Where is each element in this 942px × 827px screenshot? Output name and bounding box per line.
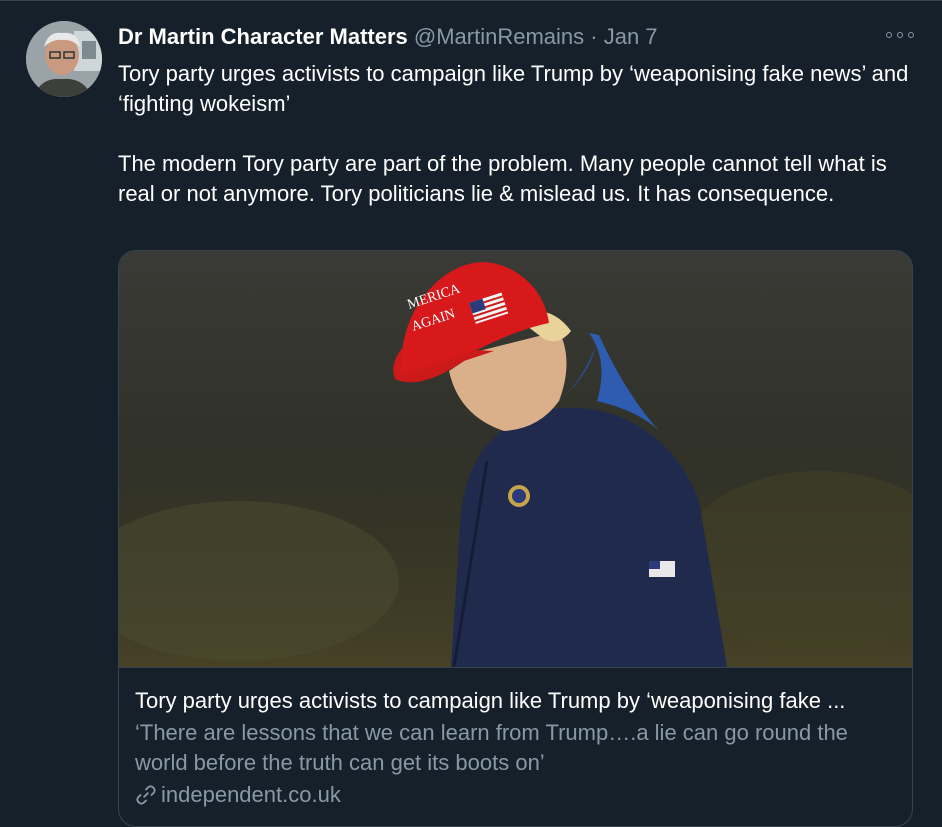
link-card[interactable]: MERICA AGAIN Tory party urges activists … xyxy=(118,250,913,827)
author-handle[interactable]: @MartinRemains xyxy=(414,24,584,49)
card-body[interactable]: Tory party urges activists to campaign l… xyxy=(119,667,912,810)
tweet[interactable]: Dr Martin Character Matters @MartinRemai… xyxy=(0,0,942,827)
separator-dot: · xyxy=(590,24,598,49)
more-options-icon[interactable] xyxy=(886,27,914,43)
card-image[interactable]: MERICA AGAIN xyxy=(119,251,912,667)
avatar[interactable] xyxy=(26,21,102,97)
card-domain[interactable]: independent.co.uk xyxy=(135,780,898,810)
card-title[interactable]: Tory party urges activists to campaign l… xyxy=(135,686,898,716)
tweet-date[interactable]: Jan 7 xyxy=(604,24,658,49)
card-domain-text[interactable]: independent.co.uk xyxy=(161,780,341,810)
tweet-text: Tory party urges activists to campaign l… xyxy=(118,61,909,206)
card-description: ‘There are lessons that we can learn fro… xyxy=(135,720,848,775)
link-icon xyxy=(136,785,156,805)
tweet-header: Dr Martin Character Matters @MartinRemai… xyxy=(118,23,882,51)
author-name[interactable]: Dr Martin Character Matters xyxy=(118,24,408,49)
